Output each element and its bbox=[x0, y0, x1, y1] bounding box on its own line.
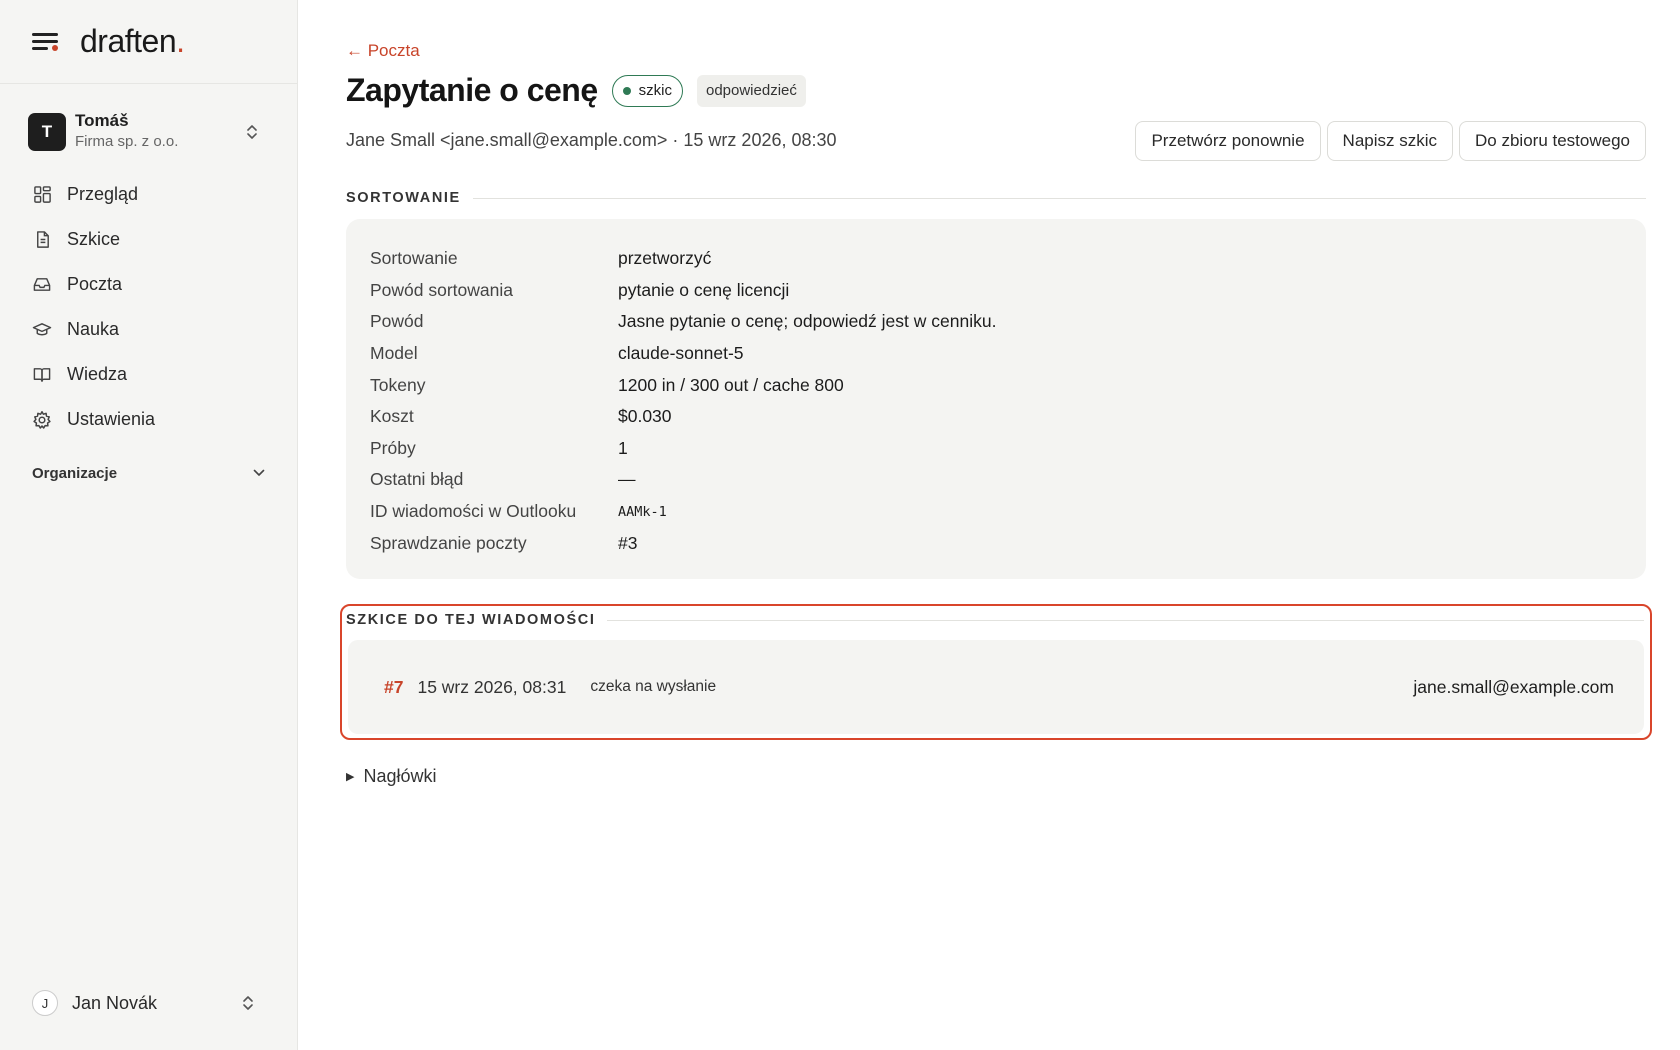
user-name: Jan Novák bbox=[72, 992, 158, 1013]
user-switcher[interactable]: J Jan Novák bbox=[22, 978, 275, 1028]
detail-value: claude-sonnet-5 bbox=[618, 343, 744, 364]
sidebar-item-nauka[interactable]: Nauka bbox=[22, 307, 275, 352]
detail-value: 1 bbox=[618, 437, 628, 458]
category-badge: odpowiedzieć bbox=[696, 74, 806, 107]
divider bbox=[607, 619, 1644, 621]
action-buttons: Przetwórz ponownie Napisz szkic Do zbior… bbox=[1135, 121, 1646, 161]
detail-key: Sprawdzanie poczty bbox=[370, 532, 527, 553]
dashboard-icon bbox=[32, 185, 52, 205]
section-title: SORTOWANIE bbox=[346, 190, 461, 206]
org-user-name: Tomáš bbox=[75, 111, 129, 130]
sidebar-item-szkice[interactable]: Szkice bbox=[22, 217, 275, 262]
back-link[interactable]: ← Poczta bbox=[346, 41, 420, 61]
draft-id-link[interactable]: #7 bbox=[384, 677, 403, 698]
detail-value: przetworzyć bbox=[618, 248, 712, 269]
draft-date: 15 wrz 2026, 08:31 bbox=[417, 676, 567, 697]
detail-row: ID wiadomości w Outlooku AAMk-1 bbox=[370, 496, 1622, 528]
draft-status: czeka na wysłanie bbox=[590, 678, 717, 695]
sidebar-item-label: Przegląd bbox=[67, 184, 139, 204]
headers-disclosure[interactable]: ▶ Nagłówki bbox=[346, 766, 437, 787]
detail-value: $0.030 bbox=[618, 406, 672, 427]
page-title: Zapytanie o cenę bbox=[346, 72, 598, 108]
detail-value: 1200 in / 300 out / cache 800 bbox=[618, 374, 844, 395]
inbox-icon bbox=[32, 275, 52, 295]
detail-key: Ostatni błąd bbox=[370, 469, 464, 490]
headers-label: Nagłówki bbox=[363, 766, 437, 786]
brand-name-text: draften bbox=[80, 23, 177, 59]
divider bbox=[472, 197, 1646, 199]
detail-row: Powód sortowania pytanie o cenę licencji bbox=[370, 275, 1622, 307]
status-badge-label: szkic bbox=[638, 82, 672, 99]
sidebar-item-ustawienia[interactable]: Ustawienia bbox=[22, 397, 275, 442]
title-row: Zapytanie o cenę szkic odpowiedzieć bbox=[346, 72, 806, 109]
chevron-updown-icon bbox=[245, 123, 259, 141]
detail-value: AAMk-1 bbox=[618, 503, 667, 520]
organizations-toggle[interactable]: Organizacje bbox=[22, 456, 275, 490]
sidebar-nav: Przegląd Szkice Poczta Nauka Wiedza Usta… bbox=[0, 172, 297, 442]
drafts-section-header: SZKICE DO TEJ WIADOMOŚCI bbox=[346, 612, 1644, 628]
section-title: SZKICE DO TEJ WIADOMOŚCI bbox=[346, 612, 596, 628]
graduation-cap-icon bbox=[32, 320, 52, 340]
detail-row: Próby 1 bbox=[370, 433, 1622, 465]
detail-row: Model claude-sonnet-5 bbox=[370, 338, 1622, 370]
chevron-updown-icon bbox=[241, 994, 255, 1012]
menu-icon[interactable] bbox=[32, 31, 58, 53]
draft-list-item[interactable]: #7 15 wrz 2026, 08:31 czeka na wysłanie … bbox=[348, 640, 1644, 734]
document-icon bbox=[32, 230, 52, 250]
sidebar-item-label: Ustawienia bbox=[67, 409, 156, 429]
sidebar-item-wiedza[interactable]: Wiedza bbox=[22, 352, 275, 397]
detail-row: Ostatni błąd — bbox=[370, 464, 1622, 496]
book-icon bbox=[32, 365, 52, 385]
write-draft-button[interactable]: Napisz szkic bbox=[1326, 121, 1454, 161]
sorting-section-header: SORTOWANIE bbox=[346, 190, 1646, 206]
sidebar-item-poczta[interactable]: Poczta bbox=[22, 262, 275, 307]
main-content: ← Poczta Zapytanie o cenę szkic odpowied… bbox=[298, 0, 1680, 1050]
detail-key: Próby bbox=[370, 437, 416, 458]
organizations-label: Organizacje bbox=[32, 464, 118, 482]
detail-key: Sortowanie bbox=[370, 248, 458, 269]
detail-value: pytanie o cenę licencji bbox=[618, 279, 790, 300]
detail-row: Powód Jasne pytanie o cenę; odpowiedź jes… bbox=[370, 306, 1622, 338]
org-avatar: T bbox=[28, 113, 66, 151]
message-meta: Jane Small <jane.small@example.com> · 15… bbox=[346, 130, 837, 150]
detail-key: Model bbox=[370, 343, 418, 364]
org-text: Tomáš Firma sp. z o.o. bbox=[75, 111, 245, 153]
brand-logo[interactable]: draften. bbox=[80, 23, 185, 60]
detail-row: Sortowanie przetworzyć bbox=[370, 243, 1622, 275]
status-dot-icon bbox=[622, 86, 631, 95]
detail-value: — bbox=[618, 469, 636, 490]
avatar: J bbox=[32, 990, 58, 1016]
detail-key: Powód bbox=[370, 311, 424, 332]
brand: draften. bbox=[0, 0, 297, 84]
sorting-details-card: Sortowanie przetworzyć Powód sortowania py… bbox=[346, 219, 1646, 579]
detail-value: #3 bbox=[618, 532, 638, 553]
detail-key: Tokeny bbox=[370, 374, 426, 395]
draft-recipient: jane.small@example.com bbox=[1413, 676, 1614, 697]
detail-row: Sprawdzanie poczty #3 bbox=[370, 527, 1622, 559]
drafts-section: SZKICE DO TEJ WIADOMOŚCI #7 15 wrz 2026,… bbox=[340, 604, 1652, 740]
organization-switcher[interactable]: T Tomáš Firma sp. z o.o. bbox=[22, 104, 275, 160]
detail-value: Jasne pytanie o cenę; odpowiedź jest w c… bbox=[618, 311, 997, 332]
detail-key: Koszt bbox=[370, 406, 414, 427]
detail-row: Tokeny 1200 in / 300 out / cache 800 bbox=[370, 369, 1622, 401]
sidebar-item-label: Nauka bbox=[67, 319, 120, 339]
org-company-name: Firma sp. z o.o. bbox=[75, 133, 179, 150]
detail-row: Koszt $0.030 bbox=[370, 401, 1622, 433]
sidebar: draften. T Tomáš Firma sp. z o.o. Przegl… bbox=[0, 0, 298, 1050]
detail-key: Powód sortowania bbox=[370, 279, 513, 300]
add-to-test-set-button[interactable]: Do zbioru testowego bbox=[1459, 121, 1646, 161]
gear-icon bbox=[32, 410, 52, 430]
brand-dot: . bbox=[176, 23, 185, 59]
triangle-right-icon: ▶ bbox=[346, 771, 355, 783]
detail-key: ID wiadomości w Outlooku bbox=[370, 501, 577, 522]
sidebar-item-label: Poczta bbox=[67, 274, 123, 294]
chevron-down-icon bbox=[253, 466, 265, 480]
status-badge: szkic bbox=[611, 74, 683, 107]
sidebar-item-label: Wiedza bbox=[67, 364, 128, 384]
sidebar-item-label: Szkice bbox=[67, 229, 121, 249]
sidebar-item-przeglad[interactable]: Przegląd bbox=[22, 172, 275, 217]
reprocess-button[interactable]: Przetwórz ponownie bbox=[1135, 121, 1321, 161]
